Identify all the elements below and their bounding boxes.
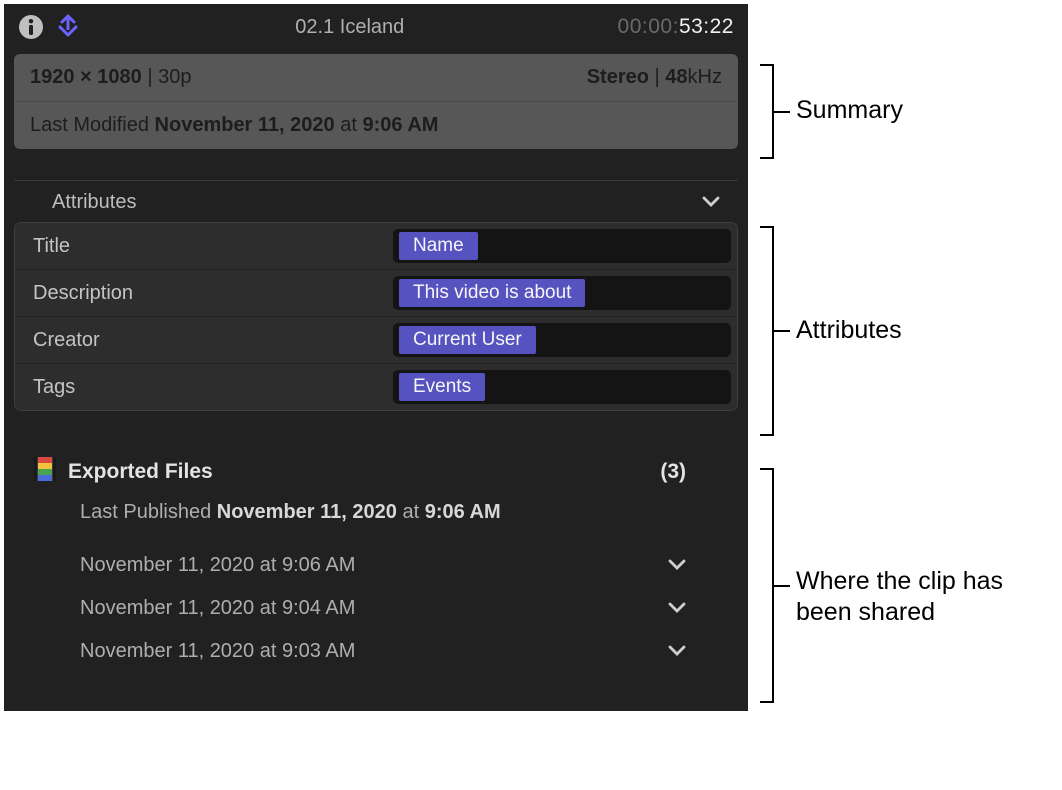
audio-rate: 48 bbox=[665, 66, 687, 88]
attributes-title: Attributes bbox=[52, 191, 136, 214]
clip-title: 02.1 Iceland bbox=[82, 16, 618, 39]
summary-video-audio: 1920 × 1080 | 30p Stereo | 48kHz bbox=[14, 54, 738, 102]
exported-files-header: Exported Files (3) bbox=[34, 457, 710, 487]
chevron-down-icon bbox=[668, 597, 686, 620]
exported-files-count: (3) bbox=[660, 460, 686, 484]
exported-item[interactable]: November 11, 2020 at 9:06 AM bbox=[72, 544, 710, 587]
timecode: 00:00:53:22 bbox=[618, 15, 734, 39]
summary-box: 1920 × 1080 | 30p Stereo | 48kHz Last Mo… bbox=[14, 54, 738, 149]
exported-files-title: Exported Files bbox=[68, 460, 213, 484]
exported-item-label: November 11, 2020 at 9:06 AM bbox=[80, 554, 355, 577]
info-icon[interactable] bbox=[18, 14, 44, 40]
attribute-value-field[interactable]: Name bbox=[393, 229, 731, 263]
attribute-token[interactable]: Name bbox=[399, 232, 478, 260]
chevron-down-icon bbox=[668, 640, 686, 663]
attribute-value-field[interactable]: This video is about bbox=[393, 276, 731, 310]
audio-mode: Stereo bbox=[587, 66, 649, 88]
attribute-label: Title bbox=[33, 235, 393, 258]
attribute-label: Creator bbox=[33, 329, 393, 352]
attribute-token[interactable]: Current User bbox=[399, 326, 536, 354]
exported-item-label: November 11, 2020 at 9:03 AM bbox=[80, 640, 355, 663]
framerate: 30p bbox=[158, 66, 191, 88]
exported-item-label: November 11, 2020 at 9:04 AM bbox=[80, 597, 355, 620]
attribute-label: Description bbox=[33, 282, 393, 305]
inspector-header: 02.1 Iceland 00:00:53:22 bbox=[12, 12, 740, 48]
callout-summary: Summary bbox=[796, 96, 903, 125]
chevron-down-icon bbox=[702, 191, 720, 214]
exported-item[interactable]: November 11, 2020 at 9:04 AM bbox=[72, 587, 710, 630]
attribute-value-field[interactable]: Events bbox=[393, 370, 731, 404]
summary-modified: Last Modified November 11, 2020 at 9:06 … bbox=[14, 102, 738, 149]
attributes-list: Title Name Description This video is abo… bbox=[14, 222, 738, 411]
attribute-row-tags: Tags Events bbox=[15, 364, 737, 410]
callout-exported: Where the clip has been shared bbox=[796, 566, 1046, 629]
attribute-token[interactable]: This video is about bbox=[399, 279, 585, 307]
chevron-down-icon bbox=[668, 554, 686, 577]
attribute-label: Tags bbox=[33, 376, 393, 399]
share-inspector-panel: 02.1 Iceland 00:00:53:22 1920 × 1080 | 3… bbox=[4, 4, 748, 711]
attribute-token[interactable]: Events bbox=[399, 373, 485, 401]
last-published: Last Published November 11, 2020 at 9:06… bbox=[80, 501, 710, 524]
exported-item[interactable]: November 11, 2020 at 9:03 AM bbox=[72, 630, 710, 673]
filmstrip-icon bbox=[34, 457, 56, 487]
resolution: 1920 × 1080 bbox=[30, 66, 142, 88]
audio-unit: kHz bbox=[688, 66, 722, 88]
attributes-header[interactable]: Attributes bbox=[12, 181, 740, 222]
callout-attributes: Attributes bbox=[796, 316, 902, 345]
exported-files-section: Exported Files (3) Last Published Novemb… bbox=[12, 411, 740, 703]
attribute-value-field[interactable]: Current User bbox=[393, 323, 731, 357]
share-icon[interactable] bbox=[54, 13, 82, 41]
attribute-row-description: Description This video is about bbox=[15, 270, 737, 317]
attribute-row-creator: Creator Current User bbox=[15, 317, 737, 364]
attribute-row-title: Title Name bbox=[15, 223, 737, 270]
